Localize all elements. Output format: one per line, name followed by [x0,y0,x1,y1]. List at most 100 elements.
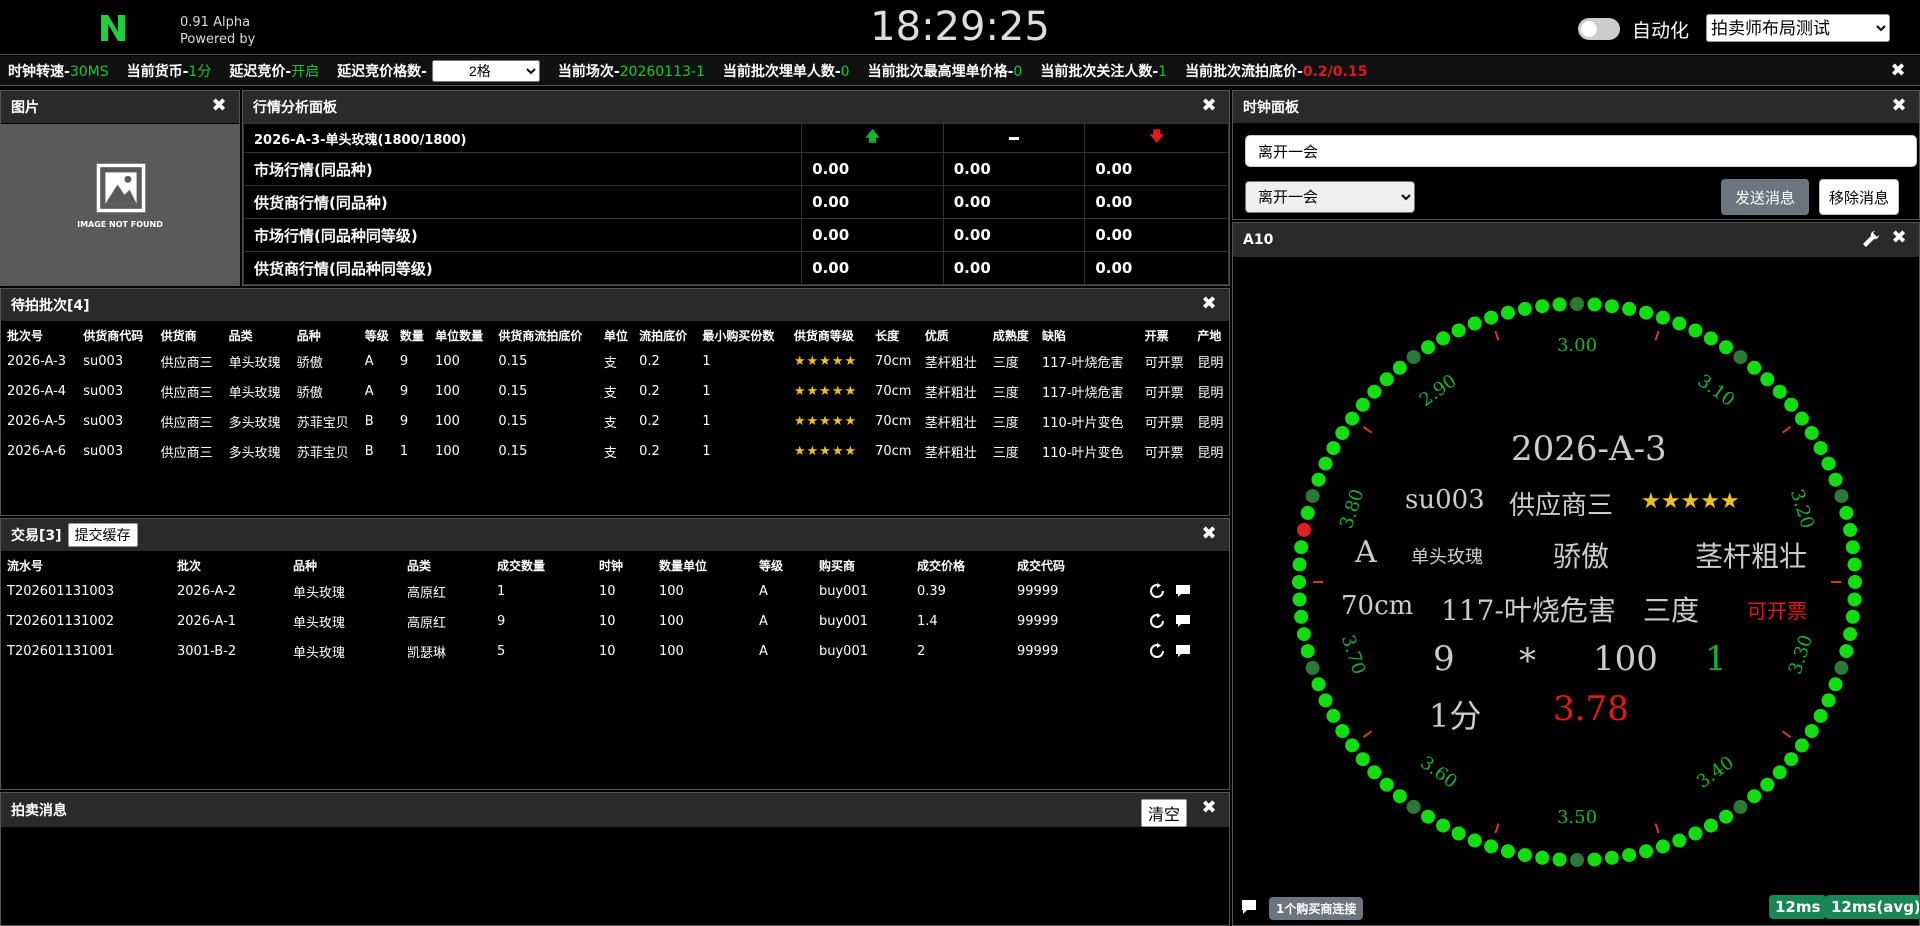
dial-quantity: 9 [1433,639,1455,679]
table-cell: 100 [435,353,460,369]
dial-dot [1294,609,1309,624]
comment-icon[interactable] [1175,613,1191,629]
table-cell: 117-叶烧危害 [1042,385,1124,401]
dial-dot [1839,505,1854,520]
comment-icon[interactable] [1175,583,1191,599]
dial-variety: 骄傲 [1553,540,1610,573]
dial-dot [1421,340,1435,355]
column-header: 最小购买份数 [702,328,775,343]
table-cell: 9 [497,613,506,629]
table-cell: 多头玫瑰 [228,445,281,461]
table-cell: 99999 [1017,613,1059,629]
market-panel: 行情分析面板 ✖ 2026-A-3-单头玫瑰(1800/1800) 🡅 🡇 市场… [242,90,1230,286]
pending-lot-row[interactable]: 2026-A-5 su003 供应商三 多头玫瑰 苏菲宝贝 B 9 100 0.15 支 0.2 1 ★… [1,406,1229,436]
column-header: 购买商 [819,558,856,573]
table-cell: buy001 [819,583,868,599]
message-input[interactable] [1245,135,1917,167]
pending-lot-row[interactable]: 2026-A-4 su003 供应商三 单头玫瑰 骄傲 A 9 100 0.15 支 0.2 1 ★★★… [1,376,1229,406]
column-header: 缺陷 [1042,328,1067,343]
dial-tick [1781,425,1792,434]
dial-tick [1494,823,1500,834]
pending-lots-close-icon[interactable]: ✖ [1199,294,1219,314]
table-cell: 三度 [992,355,1019,371]
dial-dot [1294,540,1309,555]
table-cell: 70cm [875,383,912,399]
refresh-icon[interactable] [1149,643,1165,659]
clock-panel: 时钟面板 ✖ 离开一会 发送消息 移除消息 [1232,90,1920,220]
pending-lots-table: 批次号 供货商代码 供货商 品类 品种 等级 数量 单位数量 供货商流拍底价 单位 流拍底价 最小购买… [1,324,1229,466]
table-cell: A [759,643,768,659]
send-message-button[interactable]: 发送消息 [1721,179,1809,215]
dial-dot [1379,372,1394,387]
column-header: 批次号 [7,328,44,343]
table-cell: 高原红 [407,615,447,631]
clear-messages-button[interactable]: 清空 [1140,799,1187,827]
pending-lot-row[interactable]: 2026-A-6 su003 供应商三 多头玫瑰 苏菲宝贝 B 1 100 0.15 支 0.2 1 ★… [1,436,1229,466]
image-panel-close-icon[interactable]: ✖ [209,96,229,116]
dial-dot [1296,627,1311,642]
column-header: 开票 [1144,328,1169,343]
table-cell: 1 [702,443,711,459]
refresh-icon[interactable] [1149,613,1165,629]
table-cell: 10 [599,643,616,659]
dial-dot [1719,340,1733,355]
dial-unit-quantity: 100 [1593,639,1658,679]
table-cell: 100 [435,413,460,429]
app-logo [101,15,125,41]
dial-tick-label: 3.10 [1694,370,1739,411]
table-cell: su003 [83,383,124,399]
auction-clock-close-icon[interactable]: ✖ [1889,228,1909,248]
market-panel-close-icon[interactable]: ✖ [1199,96,1219,116]
dial-dot [1845,609,1860,624]
comment-icon[interactable] [1175,643,1191,659]
table-cell: su003 [83,413,124,429]
trade-row[interactable]: T202601131003 2026-A-2 单头玫瑰 高原红 1 10 100 Abuy00… [1,576,1229,606]
dial-dot [1292,592,1307,607]
messages-close-icon[interactable]: ✖ [1199,798,1219,818]
pending-lot-row[interactable]: 2026-A-3 su003 供应商三 单头玫瑰 骄傲 A 9 100 0.15 支 0.2 1 ★★★… [1,346,1229,376]
dial-dot [1500,844,1515,859]
supplier-rating-stars: ★★★★★ [793,353,858,369]
dial-dot [1719,809,1733,824]
delay-count-select[interactable]: 2格 [431,59,540,82]
column-header: 供货商代码 [83,328,144,343]
dial-tick-label: 3.70 [1337,632,1369,677]
dial-quality: 茎杆粗壮 [1695,540,1808,573]
chat-icon[interactable] [1241,899,1257,915]
table-cell: 三度 [992,445,1019,461]
trades-close-icon[interactable]: ✖ [1199,524,1219,544]
dial-dot [1622,848,1637,863]
supplier-rating-stars: ★★★★★ [793,443,858,459]
status-close-icon[interactable]: ✖ [1888,61,1908,81]
remove-message-button[interactable]: 移除消息 [1819,179,1899,215]
refresh-icon[interactable] [1149,583,1165,599]
dial-dot [1451,323,1466,338]
clock-panel-close-icon[interactable]: ✖ [1889,96,1909,116]
table-cell: 3001-B-2 [177,643,237,659]
table-cell: 0.15 [498,413,528,429]
table-cell: 1 [702,383,711,399]
table-cell: su003 [83,443,124,459]
layout-select[interactable]: 拍卖师布局测试 [1706,14,1890,42]
image-panel-title: 图片 [11,100,39,116]
column-header: 成熟度 [992,328,1029,343]
table-cell: 0.2 [639,353,660,369]
column-header: 供货商 [160,328,197,343]
dial-dot [1517,848,1532,863]
automation-label: 自动化 [1632,20,1690,42]
table-cell: 70cm [875,353,912,369]
automation-toggle[interactable] [1578,18,1620,40]
table-cell: 10 [599,613,616,629]
dial-invoice: 可开票 [1747,599,1807,623]
table-cell: 100 [659,613,684,629]
dial-dot [1828,677,1843,692]
message-preset-select[interactable]: 离开一会 [1245,181,1415,213]
dial-dot [1326,441,1341,456]
trade-row[interactable]: T202601131001 3001-B-2 单头玫瑰 凯瑟琳 5 10 100 Abuy00… [1,636,1229,666]
market-lot-row: 2026-A-3-单头玫瑰(1800/1800) 🡅 🡇 [243,123,1229,153]
commit-cache-button[interactable]: 提交缓存 [67,523,138,547]
dial-length: 70cm [1341,591,1414,621]
wrench-icon[interactable] [1861,229,1881,249]
trade-row[interactable]: T202601131002 2026-A-1 单头玫瑰 高原红 9 10 100 Abuy00… [1,606,1229,636]
dial-tick [1654,330,1660,341]
